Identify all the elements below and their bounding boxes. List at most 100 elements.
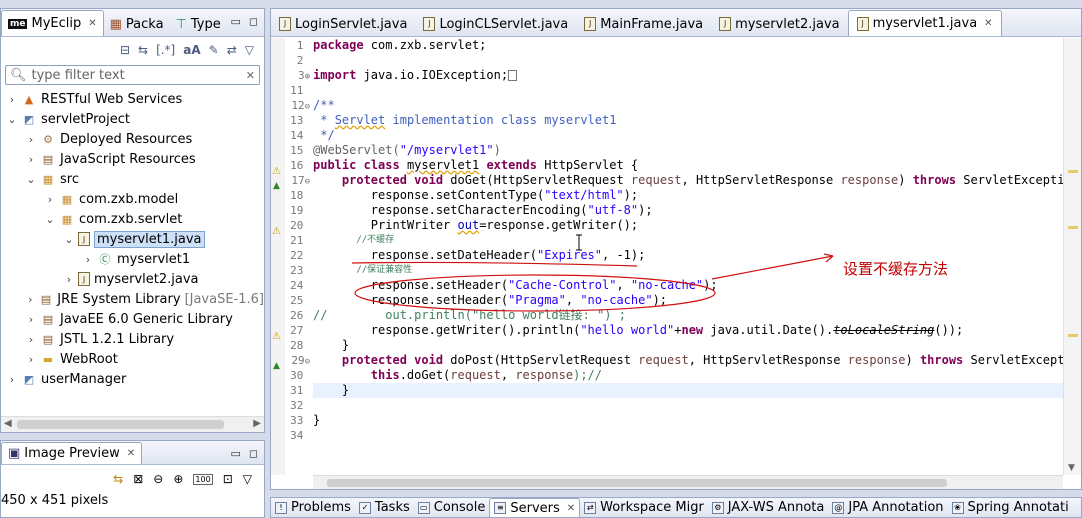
tree-filter-input[interactable]: 🔍︎ type filter text ✕: [5, 65, 260, 85]
pin-icon[interactable]: ✎: [209, 43, 219, 57]
collapse-all-icon[interactable]: ⊟: [120, 43, 130, 57]
line-number-text: 13: [290, 114, 304, 127]
tree-item[interactable]: › ◩ userManager: [1, 369, 264, 389]
sync-icon[interactable]: ⇆: [113, 472, 123, 486]
collapsed-twisty-icon[interactable]: ›: [24, 333, 38, 346]
actual-size-icon[interactable]: 100: [193, 473, 213, 485]
fold-toggle-icon[interactable]: ⊖: [305, 102, 310, 112]
editor-horizontal-scrollbar[interactable]: [313, 475, 1063, 489]
tree-item-label: myservlet1: [117, 251, 191, 267]
regex-filter-icon[interactable]: [.*]: [156, 43, 175, 57]
tree-item[interactable]: ⌄ ▦ com.zxb.servlet: [1, 209, 264, 229]
tree-item[interactable]: › ▤ JavaEE 6.0 Generic Library: [1, 309, 264, 329]
scroll-down-icon[interactable]: ▼: [1068, 463, 1075, 473]
editor-tab[interactable]: J LoginServlet.java: [271, 12, 415, 36]
scroll-thumb[interactable]: [327, 479, 947, 487]
overview-marker[interactable]: [1068, 334, 1078, 337]
tab-type-hierarchy[interactable]: ⊤ Type: [170, 12, 227, 36]
code-line-18: response.setContentType("text/html");: [313, 188, 639, 202]
jpa-icon: @: [832, 501, 845, 514]
code-area[interactable]: package com.zxb.servlet; import java.io.…: [313, 38, 1063, 475]
editor-vertical-scrollbar[interactable]: ▼: [1063, 38, 1081, 475]
collapsed-twisty-icon[interactable]: ›: [5, 373, 19, 386]
fold-toggle-icon[interactable]: ⊕: [305, 72, 310, 82]
link-editor-icon[interactable]: ⇆: [138, 43, 148, 57]
tree-item[interactable]: › Jmyservlet2.java: [1, 269, 264, 289]
minimize-icon[interactable]: ▭: [230, 15, 240, 28]
overview-marker[interactable]: [1068, 226, 1078, 229]
clear-icon[interactable]: ✕: [246, 69, 255, 82]
scroll-right-icon[interactable]: ▶: [253, 418, 261, 429]
collapsed-twisty-icon[interactable]: ›: [24, 153, 38, 166]
tree-item[interactable]: ⌄ Jmyservlet1.java: [1, 229, 264, 249]
editor-tab-label: myservlet1.java: [872, 16, 978, 31]
fit-icon[interactable]: ⊠: [133, 472, 143, 486]
fold-toggle-icon[interactable]: ⊖: [305, 357, 310, 367]
bottom-view-tab[interactable]: ❀ Spring Annotati: [948, 498, 1073, 517]
tree-item[interactable]: › ▤ JSTL 1.2.1 Library: [1, 329, 264, 349]
bottom-view-tab[interactable]: ⇄ Workspace Migr: [580, 498, 708, 517]
tab-package-explorer[interactable]: ▦ Packa: [104, 12, 170, 36]
zoom-out-icon[interactable]: ⊖: [153, 472, 163, 486]
maximize-icon[interactable]: ◻: [249, 447, 258, 460]
collapsed-twisty-icon[interactable]: ›: [5, 93, 19, 106]
collapsed-twisty-icon[interactable]: ›: [81, 253, 95, 266]
overview-marker[interactable]: [1068, 170, 1078, 173]
tree-item[interactable]: › ⚙ Deployed Resources: [1, 129, 264, 149]
fold-toggle-icon[interactable]: ⊖: [305, 177, 310, 187]
overview-ruler-left: ⚠ ▲ ⚠ ⚠ ▲: [271, 38, 285, 475]
bottom-view-tab[interactable]: ✓ Tasks: [355, 498, 414, 517]
expanded-twisty-icon[interactable]: ⌄: [24, 173, 38, 186]
bottom-view-tab[interactable]: ▭ Console: [414, 498, 490, 517]
tree-item[interactable]: › ▦ com.zxb.model: [1, 189, 264, 209]
bottom-view-tab[interactable]: ! Problems: [271, 498, 355, 517]
collapsed-twisty-icon[interactable]: ›: [24, 313, 38, 326]
case-sensitive-icon[interactable]: aA: [183, 43, 200, 57]
close-icon[interactable]: ✕: [88, 18, 96, 29]
zoom-in-icon[interactable]: ⊕: [173, 472, 183, 486]
tree-item[interactable]: › ▤ JavaScript Resources: [1, 149, 264, 169]
minimize-icon[interactable]: ▭: [230, 447, 240, 460]
editor-tab[interactable]: Jmyservlet2.java: [711, 12, 848, 36]
view-menu-icon[interactable]: ▽: [243, 472, 252, 486]
close-icon[interactable]: ✕: [127, 448, 135, 459]
tab-myeclipse-explorer[interactable]: me MyEclip ✕: [1, 10, 104, 36]
maximize-icon[interactable]: ◻: [249, 15, 258, 28]
collapsed-twisty-icon[interactable]: ›: [24, 353, 38, 366]
tree-item[interactable]: › Ⓒmyservlet1: [1, 249, 264, 269]
close-icon[interactable]: ✕: [567, 503, 575, 514]
explorer-horizontal-scrollbar[interactable]: ◀ ▶: [1, 416, 264, 432]
bottom-view-tab[interactable]: ⚙ JAX-WS Annota: [708, 498, 829, 517]
collapsed-twisty-icon[interactable]: ›: [24, 133, 38, 146]
close-icon[interactable]: ✕: [984, 18, 992, 29]
tree-item[interactable]: › ▤ JRE System Library [JavaSE-1.6]: [1, 289, 264, 309]
project-icon: ◩: [23, 112, 35, 126]
line-number: 27: [285, 323, 313, 338]
bottom-view-tab[interactable]: @ JPA Annotation: [828, 498, 947, 517]
tree-item[interactable]: ⌄ ◩ servletProject: [1, 109, 264, 129]
editor-tab[interactable]: Jmyservlet1.java ✕: [847, 10, 1002, 36]
tab-image-preview[interactable]: ▣ Image Preview ✕: [1, 442, 143, 464]
editor-tab-label: LoginCLServlet.java: [439, 16, 569, 32]
tree-item[interactable]: › ▲ RESTful Web Services: [1, 89, 264, 109]
scroll-left-icon[interactable]: ◀: [4, 418, 12, 429]
refresh-icon[interactable]: ⇄: [227, 43, 237, 57]
code-line-27: response.getWriter().println("hello worl…: [313, 323, 964, 337]
tree-item[interactable]: › ▬ WebRoot: [1, 349, 264, 369]
collapsed-twisty-icon[interactable]: ›: [43, 193, 57, 206]
expanded-twisty-icon[interactable]: ⌄: [62, 233, 76, 246]
collapsed-twisty-icon[interactable]: ›: [24, 293, 37, 306]
expanded-twisty-icon[interactable]: ⌄: [43, 213, 57, 226]
bottom-view-tab[interactable]: ≡ Servers ✕: [489, 498, 581, 517]
expanded-twisty-icon[interactable]: ⌄: [5, 113, 19, 126]
editor-tab[interactable]: J MainFrame.java: [576, 12, 711, 36]
scroll-thumb[interactable]: [17, 420, 224, 429]
tree-item[interactable]: ⌄ ▦ src: [1, 169, 264, 189]
editor-tab[interactable]: J LoginCLServlet.java: [415, 12, 576, 36]
collapsed-twisty-icon[interactable]: ›: [62, 273, 76, 286]
view-menu-icon[interactable]: ▽: [245, 43, 254, 57]
fit-window-icon[interactable]: ⊡: [223, 472, 233, 486]
folded-imports-icon[interactable]: [508, 70, 518, 81]
servers-icon: ≡: [494, 502, 507, 514]
